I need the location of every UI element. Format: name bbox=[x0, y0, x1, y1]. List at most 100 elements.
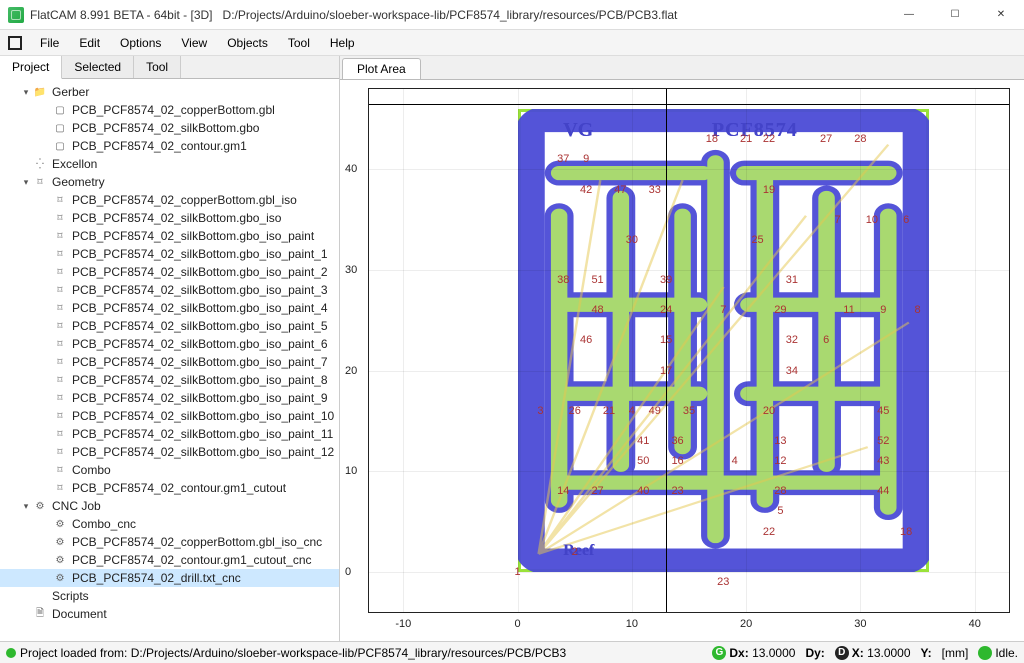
tree-label: PCB_PCF8574_02_silkBottom.gbo_iso_paint_… bbox=[70, 337, 328, 351]
tree-label: PCB_PCF8574_02_silkBottom.gbo_iso_paint_… bbox=[70, 301, 328, 315]
app-menu-icon[interactable] bbox=[8, 36, 22, 50]
tree-item[interactable]: ⌑PCB_PCF8574_02_silkBottom.gbo_iso bbox=[0, 209, 339, 227]
tree-label: Scripts bbox=[50, 589, 89, 603]
geom-icon: ⌑ bbox=[52, 285, 68, 296]
status-units: [mm] bbox=[942, 646, 969, 660]
tree-label: PCB_PCF8574_02_silkBottom.gbo_iso_paint bbox=[70, 229, 314, 243]
tree-label: PCB_PCF8574_02_copperBottom.gbl_iso_cnc bbox=[70, 535, 322, 549]
drill-label: 50 bbox=[637, 455, 649, 467]
tree-item[interactable]: ▾⌑Geometry bbox=[0, 173, 339, 191]
tree-item[interactable]: ⁛Excellon bbox=[0, 155, 339, 173]
drill-label: 30 bbox=[626, 234, 638, 246]
tree-label: Excellon bbox=[50, 157, 97, 171]
geom-icon: ⌑ bbox=[52, 483, 68, 494]
tree-caret-icon[interactable]: ▾ bbox=[20, 87, 32, 98]
tree-item[interactable]: ▢PCB_PCF8574_02_silkBottom.gbo bbox=[0, 119, 339, 137]
tree-item[interactable]: ⚙PCB_PCF8574_02_contour.gm1_cutout_cnc bbox=[0, 551, 339, 569]
tree-label: PCB_PCF8574_02_silkBottom.gbo_iso_paint_… bbox=[70, 373, 328, 387]
tree-caret-icon[interactable]: ▾ bbox=[20, 501, 32, 512]
tab-selected[interactable]: Selected bbox=[62, 56, 134, 78]
geom-icon: ⌑ bbox=[52, 213, 68, 224]
tree-item[interactable]: ⌑PCB_PCF8574_02_silkBottom.gbo_iso_paint… bbox=[0, 389, 339, 407]
tree-label: PCB_PCF8574_02_copperBottom.gbl bbox=[70, 103, 275, 117]
minimize-button[interactable]: — bbox=[886, 0, 932, 30]
geom-icon: ⌑ bbox=[52, 429, 68, 440]
tree-item[interactable]: ⚙PCB_PCF8574_02_drill.txt_cnc bbox=[0, 569, 339, 587]
tree-label: Geometry bbox=[50, 175, 105, 189]
geom-icon: ⌑ bbox=[52, 231, 68, 242]
tree-label: PCB_PCF8574_02_silkBottom.gbo_iso_paint_… bbox=[70, 409, 334, 423]
tree-item[interactable]: ⌑Combo bbox=[0, 461, 339, 479]
tree-caret-icon[interactable]: ▾ bbox=[20, 177, 32, 188]
gerber-icon: ▢ bbox=[52, 123, 68, 134]
drill-label: 4 bbox=[629, 405, 635, 417]
tab-tool[interactable]: Tool bbox=[134, 56, 181, 78]
drill-label: 52 bbox=[877, 435, 889, 447]
tree-item[interactable]: 🗎Document bbox=[0, 605, 339, 623]
tree-item[interactable]: ⌑PCB_PCF8574_02_silkBottom.gbo_iso_paint… bbox=[0, 353, 339, 371]
tree-item[interactable]: ⌑PCB_PCF8574_02_silkBottom.gbo_iso_paint… bbox=[0, 263, 339, 281]
drill-label: 15 bbox=[660, 334, 672, 346]
drill-label: 9 bbox=[583, 153, 589, 165]
tree-item[interactable]: ▾⚙CNC Job bbox=[0, 497, 339, 515]
tree-item[interactable]: ⌑PCB_PCF8574_02_silkBottom.gbo_iso_paint… bbox=[0, 335, 339, 353]
geom-icon: ⌑ bbox=[52, 339, 68, 350]
tree-item[interactable]: ⌑PCB_PCF8574_02_silkBottom.gbo_iso_paint… bbox=[0, 371, 339, 389]
tree-item[interactable]: ⌑PCB_PCF8574_02_silkBottom.gbo_iso_paint… bbox=[0, 425, 339, 443]
project-tree[interactable]: ▾📁Gerber▢PCB_PCF8574_02_copperBottom.gbl… bbox=[0, 79, 339, 641]
tree-item[interactable]: Scripts bbox=[0, 587, 339, 605]
tree-item[interactable]: ▢PCB_PCF8574_02_copperBottom.gbl bbox=[0, 101, 339, 119]
tab-plot-area[interactable]: Plot Area bbox=[342, 58, 421, 79]
drill-label: 39 bbox=[660, 274, 672, 286]
drill-label: 28 bbox=[854, 133, 866, 145]
menu-options[interactable]: Options bbox=[110, 32, 171, 54]
drill-label: 18 bbox=[900, 526, 912, 538]
drill-label: 41 bbox=[637, 435, 649, 447]
tree-item[interactable]: ▢PCB_PCF8574_02_contour.gm1 bbox=[0, 137, 339, 155]
tree-item[interactable]: ⚙PCB_PCF8574_02_copperBottom.gbl_iso_cnc bbox=[0, 533, 339, 551]
drill-label: 18 bbox=[706, 133, 718, 145]
tree-label: PCB_PCF8574_02_silkBottom.gbo_iso_paint_… bbox=[70, 265, 328, 279]
drill-label: 51 bbox=[591, 274, 603, 286]
status-dx: G Dx: 13.0000 bbox=[712, 646, 795, 660]
doc-icon: 🗎 bbox=[32, 606, 48, 623]
geom-icon: ⌑ bbox=[52, 303, 68, 314]
tree-item[interactable]: ⌑PCB_PCF8574_02_contour.gm1_cutout bbox=[0, 479, 339, 497]
tree-label: PCB_PCF8574_02_silkBottom.gbo_iso_paint_… bbox=[70, 319, 328, 333]
close-button[interactable]: ✕ bbox=[978, 0, 1024, 30]
menu-help[interactable]: Help bbox=[320, 32, 365, 54]
menu-objects[interactable]: Objects bbox=[217, 32, 278, 54]
tree-item[interactable]: ⌑PCB_PCF8574_02_silkBottom.gbo_iso_paint… bbox=[0, 281, 339, 299]
tree-item[interactable]: ⌑PCB_PCF8574_02_silkBottom.gbo_iso_paint… bbox=[0, 407, 339, 425]
tree-label: PCB_PCF8574_02_silkBottom.gbo_iso_paint_… bbox=[70, 445, 334, 459]
tree-item[interactable]: ⌑PCB_PCF8574_02_silkBottom.gbo_iso_paint… bbox=[0, 245, 339, 263]
y-tick: 20 bbox=[345, 365, 357, 377]
tree-item[interactable]: ⚙Combo_cnc bbox=[0, 515, 339, 533]
tree-item[interactable]: ⌑PCB_PCF8574_02_silkBottom.gbo_iso_paint… bbox=[0, 317, 339, 335]
tree-item[interactable]: ⌑PCB_PCF8574_02_silkBottom.gbo_iso_paint… bbox=[0, 443, 339, 461]
drill-label: 10 bbox=[866, 214, 878, 226]
tree-item[interactable]: ⌑PCB_PCF8574_02_silkBottom.gbo_iso_paint bbox=[0, 227, 339, 245]
drill-label: 5 bbox=[777, 505, 783, 517]
tab-project[interactable]: Project bbox=[0, 56, 62, 79]
y-tick: 40 bbox=[345, 163, 357, 175]
drill-label: 40 bbox=[637, 485, 649, 497]
menu-edit[interactable]: Edit bbox=[69, 32, 110, 54]
tree-item[interactable]: ▾📁Gerber bbox=[0, 83, 339, 101]
drill-label: 11 bbox=[843, 304, 854, 316]
maximize-button[interactable]: ☐ bbox=[932, 0, 978, 30]
tree-item[interactable]: ⌑PCB_PCF8574_02_silkBottom.gbo_iso_paint… bbox=[0, 299, 339, 317]
menu-tool[interactable]: Tool bbox=[278, 32, 320, 54]
tree-label: PCB_PCF8574_02_silkBottom.gbo_iso_paint_… bbox=[70, 355, 328, 369]
tree-label: PCB_PCF8574_02_silkBottom.gbo_iso_paint_… bbox=[70, 391, 328, 405]
tree-label: PCB_PCF8574_02_contour.gm1_cutout bbox=[70, 481, 286, 495]
file-icon: 📁 bbox=[32, 87, 48, 98]
tree-item[interactable]: ⌑PCB_PCF8574_02_copperBottom.gbl_iso bbox=[0, 191, 339, 209]
plot-canvas[interactable]: VG PCF8574 Reef -10010203040010203040379… bbox=[340, 80, 1024, 641]
tree-label: PCB_PCF8574_02_silkBottom.gbo_iso bbox=[70, 211, 281, 225]
menu-file[interactable]: File bbox=[30, 32, 69, 54]
drill-label: 22 bbox=[763, 526, 775, 538]
y-tick: 0 bbox=[345, 566, 351, 578]
drill-label: 19 bbox=[763, 184, 775, 196]
menu-view[interactable]: View bbox=[171, 32, 217, 54]
